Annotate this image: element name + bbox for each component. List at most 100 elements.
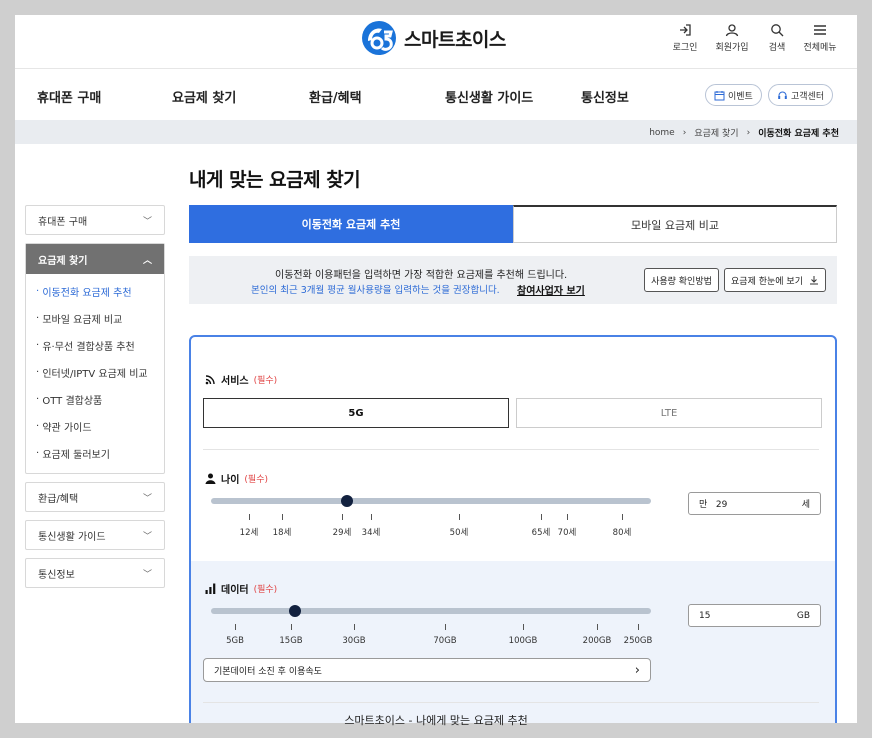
sidebar-sub-mobile-compare[interactable]: · 모바일 요금제 비교 (26, 305, 164, 332)
speed-label: 기본데이터 소진 후 이용속도 (214, 666, 322, 677)
required-mark: (필수) (253, 585, 278, 595)
breadcrumb-current: 이동전화 요금제 추천 (758, 129, 839, 139)
data-tick (597, 624, 598, 630)
usage-check-button[interactable]: 사용량 확인방법 (644, 268, 719, 292)
age-unit: 세 (801, 500, 810, 510)
nav-telecom-info[interactable]: 통신정보 (581, 87, 629, 106)
notice-box: 이동전화 이용패턴을 입력하면 가장 적합한 요금제를 추천해 드립니다. 본인… (189, 256, 837, 304)
provider-link[interactable]: 참여사업자 보기 (517, 282, 585, 297)
age-tick-label: 12세 (239, 528, 259, 538)
event-label: 이벤트 (728, 91, 753, 102)
data-input[interactable]: 15 GB (688, 604, 821, 627)
menu-link[interactable]: 전체메뉴 (795, 23, 845, 53)
tab-mobile-plan[interactable]: 이동전화 요금제 추천 (189, 205, 513, 243)
menu-label: 전체메뉴 (803, 43, 837, 53)
data-tick (445, 624, 446, 630)
data-tick-label: 250GB (623, 636, 653, 646)
age-slider-handle[interactable] (341, 495, 354, 507)
login-link[interactable]: 로그인 (660, 23, 710, 53)
sidebar-sub-terms[interactable]: · 약관 가이드 (26, 413, 164, 440)
age-tick (282, 514, 283, 520)
data-slider-handle[interactable] (288, 605, 301, 617)
headset-icon (778, 91, 787, 99)
sidebar-sub-iptv[interactable]: · 인터넷/IPTV 요금제 비교 (26, 359, 164, 386)
site-logo[interactable]: 스마트초이스 (360, 19, 506, 57)
sidebar-item-label: 통신정보 (38, 569, 75, 581)
user-icon (725, 24, 739, 37)
sidebar-sub-ott[interactable]: · OTT 결합상품 (26, 386, 164, 413)
data-tick-label: 200GB (582, 636, 612, 646)
data-tick (354, 624, 355, 630)
sidebar-sub-bundle[interactable]: · 유·무선 결합상품 추천 (26, 332, 164, 359)
breadcrumb: home › 요금제 찾기 › 이동전화 요금제 추천 (649, 126, 839, 140)
menu-icon (814, 25, 826, 35)
data-label: 데이터 (221, 585, 249, 596)
age-tick (541, 514, 542, 520)
chevron-down-icon: ﹀ (142, 531, 152, 542)
age-tick-label: 34세 (361, 528, 381, 538)
search-label: 검색 (768, 43, 786, 53)
age-title: 나이 (필수) (205, 471, 268, 486)
download-icon (809, 276, 818, 285)
calendar-icon (714, 90, 725, 100)
plan-form-panel: 서비스 (필수) 5G LTE 나이 (필수) 12세 18세 29세 34세 50세 6… (189, 335, 837, 723)
signup-link[interactable]: 회원가입 (707, 23, 757, 53)
data-tick (638, 624, 639, 630)
notice-text: 이동전화 이용패턴을 입력하면 가장 적합한 요금제를 추천해 드립니다. (275, 270, 568, 281)
age-slider-track[interactable] (211, 498, 651, 504)
nav-plan-search[interactable]: 요금제 찾기 (172, 87, 236, 106)
age-label: 나이 (221, 475, 240, 486)
logo-icon (362, 21, 396, 55)
page-frame: 스마트초이스 로그인 회원가입 검색 전체메뉴 휴대폰 구매 요금제 찾기 환급… (15, 15, 857, 723)
breadcrumb-plan[interactable]: 요금제 찾기 (694, 126, 738, 139)
tab-mobile-compare[interactable]: 모바일 요금제 비교 (513, 205, 837, 243)
sidebar-item-plan[interactable]: 요금제 찾기 ︿ (26, 244, 164, 274)
age-tick (567, 514, 568, 520)
wifi-icon (205, 375, 215, 385)
data-title: 데이터 (필수) (205, 581, 277, 596)
sidebar-item-info[interactable]: 통신정보 ﹀ (25, 558, 165, 588)
breadcrumb-home[interactable]: home (649, 128, 675, 138)
sidebar-sub-browse[interactable]: · 요금제 둘러보기 (26, 440, 164, 467)
sidebar-item-phone[interactable]: 휴대폰 구매 ﹀ (25, 205, 165, 235)
speed-after-cap-select[interactable]: 기본데이터 소진 후 이용속도 › (203, 658, 651, 682)
age-tick-label: 70세 (557, 528, 577, 538)
service-5g-option[interactable]: 5G (203, 398, 509, 428)
service-lte-option[interactable]: LTE (516, 398, 822, 428)
age-input[interactable]: 만 29 세 (688, 492, 821, 515)
view-all-plans-button[interactable]: 요금제 한눈에 보기 (724, 268, 826, 292)
data-tick (291, 624, 292, 630)
view-all-label: 요금제 한눈에 보기 (731, 276, 803, 287)
age-tick-label: 18세 (272, 528, 292, 538)
nav-refund-benefit[interactable]: 환급/혜택 (309, 87, 362, 106)
signup-label: 회원가입 (715, 43, 749, 53)
divider (203, 449, 819, 450)
divider (203, 702, 819, 703)
age-tick (622, 514, 623, 520)
data-tick-label: 5GB (226, 636, 244, 646)
logo-text: 스마트초이스 (404, 28, 506, 51)
sidebar-sublist: · 이동전화 요금제 추천 · 모바일 요금제 비교 · 유·무선 결합상품 추… (26, 274, 164, 467)
support-button[interactable]: 고객센터 (768, 84, 834, 106)
chevron-right-icon: › (682, 127, 687, 138)
nav-phone-purchase[interactable]: 휴대폰 구매 (37, 87, 101, 106)
sidebar-item-label: 요금제 찾기 (38, 255, 88, 267)
image-caption: 스마트초이스 - 나에게 맞는 요금제 추천 (344, 714, 528, 727)
nav-life-guide[interactable]: 통신생활 가이드 (445, 87, 533, 106)
login-label: 로그인 (672, 43, 698, 53)
sidebar-item-refund[interactable]: 환급/혜택 ﹀ (25, 482, 165, 512)
age-tick (249, 514, 250, 520)
event-button[interactable]: 이벤트 (705, 84, 762, 106)
chevron-down-icon: ﹀ (142, 569, 152, 580)
main-nav: 휴대폰 구매 요금제 찾기 환급/혜택 통신생활 가이드 통신정보 이벤트 고객… (15, 70, 857, 120)
data-input-value: 15 (699, 610, 711, 621)
age-tick (342, 514, 343, 520)
sidebar-sub-mobile-plan[interactable]: · 이동전화 요금제 추천 (26, 278, 164, 305)
sidebar-item-guide[interactable]: 통신생활 가이드 ﹀ (25, 520, 165, 550)
breadcrumb-bar: home › 요금제 찾기 › 이동전화 요금제 추천 (15, 120, 857, 144)
data-tick-label: 30GB (342, 636, 366, 646)
data-slider-track[interactable] (211, 608, 651, 614)
chevron-down-icon: ﹀ (142, 216, 152, 227)
page-title: 내게 맞는 요금제 찾기 (189, 169, 361, 191)
data-unit: GB (796, 610, 810, 621)
